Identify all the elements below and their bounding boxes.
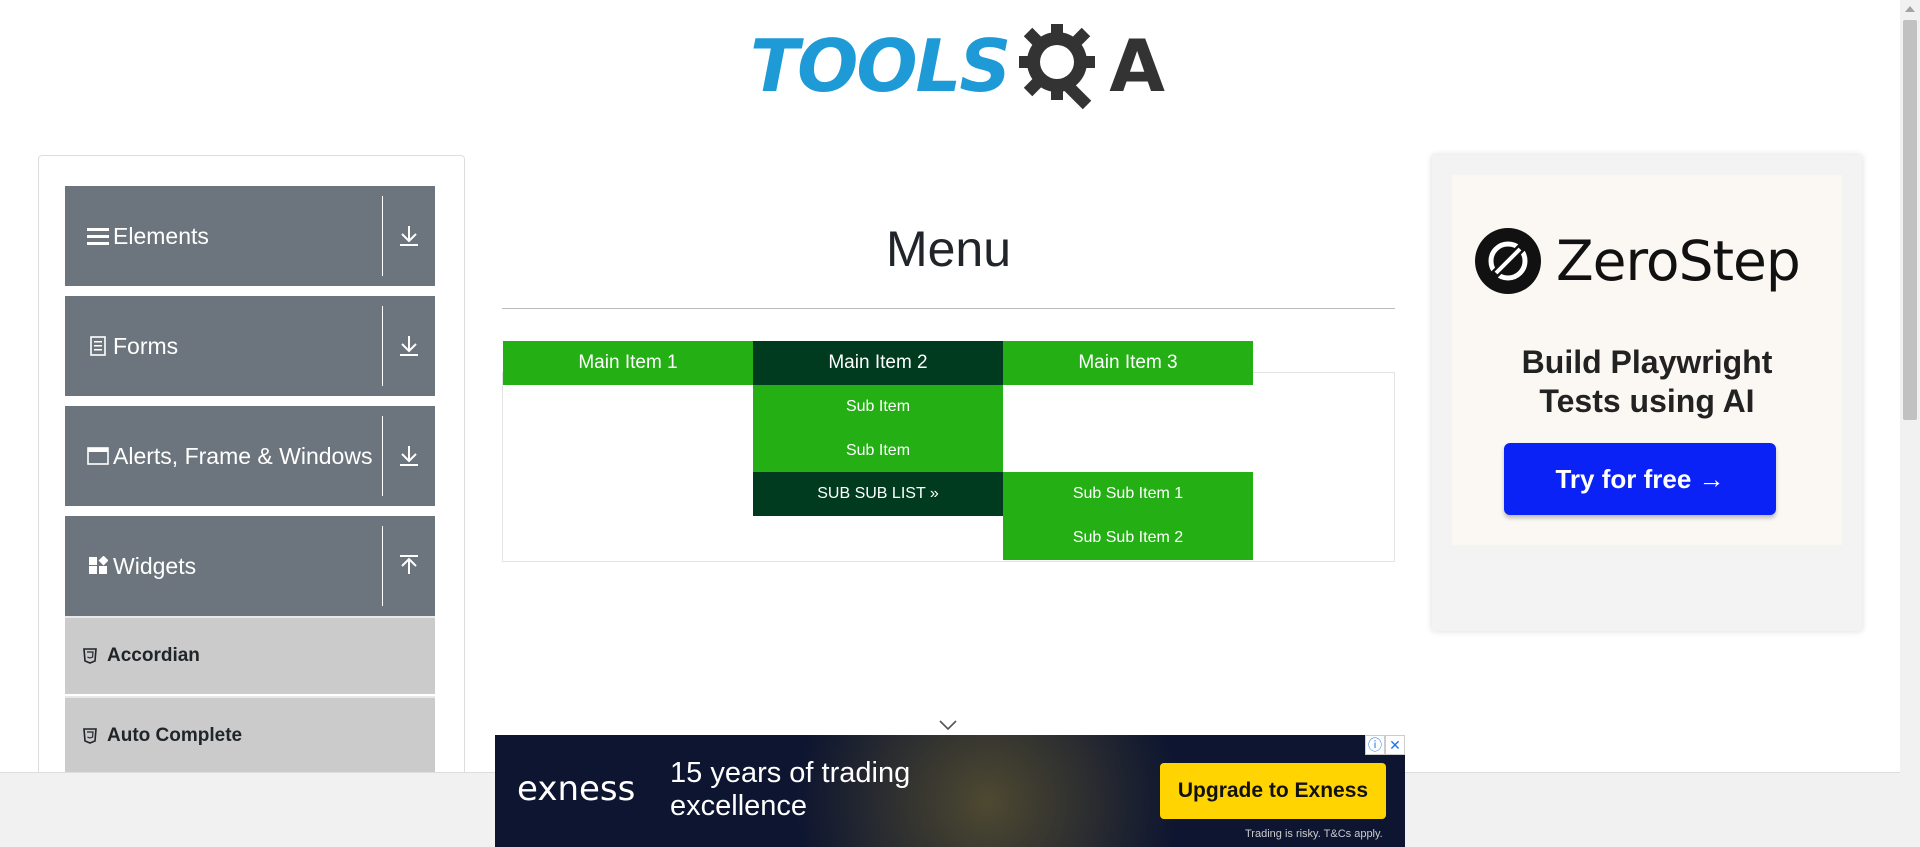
- try-for-free-button[interactable]: Try for free →: [1504, 443, 1776, 515]
- hamburger-icon: [85, 226, 111, 246]
- zerostep-icon: [1475, 228, 1541, 294]
- sidebar-group-alerts[interactable]: Alerts, Frame & Windows: [65, 406, 435, 506]
- logo-text: TOOLS: [750, 24, 1011, 108]
- widgets-icon: [85, 556, 111, 576]
- logo-suffix: A: [1109, 24, 1165, 108]
- upload-arrow-icon[interactable]: [393, 550, 425, 582]
- zerostep-logo: ZeroStep: [1474, 227, 1801, 295]
- sidebar-group-label: Widgets: [113, 552, 197, 579]
- ad-panel: ZeroStep Build Playwright Tests using AI…: [1452, 175, 1842, 545]
- ad-headline: 15 years of trading excellence: [670, 757, 910, 823]
- divider: [382, 196, 383, 276]
- sidebar-group-label: Alerts, Frame & Windows: [113, 442, 373, 469]
- page-title: Menu: [885, 221, 1012, 277]
- ad-disclaimer: Trading is risky. T&Cs apply.: [1245, 828, 1383, 840]
- divider: [502, 308, 1395, 309]
- menu-sub-item[interactable]: Sub Item: [753, 385, 1003, 429]
- ad-info-icon[interactable]: ⓘ: [1365, 735, 1385, 755]
- download-arrow-icon[interactable]: [393, 330, 425, 362]
- gear-icon: A: [1017, 18, 1165, 114]
- sidebar: Elements Forms Alerts, Frame & Windows W…: [38, 155, 465, 847]
- html5-icon: [83, 728, 99, 744]
- html5-icon: [83, 648, 99, 664]
- ad-brand: exness: [517, 769, 636, 809]
- menu-sub-sub-item-2[interactable]: Sub Sub Item 2: [1003, 516, 1253, 560]
- divider: [382, 306, 383, 386]
- menu-main-item-3[interactable]: Main Item 3: [1003, 341, 1253, 385]
- menu-main-item-2[interactable]: Main Item 2: [753, 341, 1003, 385]
- sidebar-group-forms[interactable]: Forms: [65, 296, 435, 396]
- sidebar-item-accordian[interactable]: Accordian: [65, 616, 435, 694]
- download-arrow-icon[interactable]: [393, 440, 425, 472]
- scrollbar-thumb[interactable]: [1903, 20, 1917, 420]
- menu-sub-sub-list[interactable]: SUB SUB LIST »: [753, 472, 1003, 516]
- sidebar-group-label: Forms: [113, 332, 179, 359]
- ad-brand: ZeroStep: [1556, 229, 1801, 293]
- sidebar-item-auto-complete[interactable]: Auto Complete: [65, 696, 435, 774]
- divider: [382, 526, 383, 606]
- menu-main-item-1[interactable]: Main Item 1: [503, 341, 753, 385]
- sidebar-item-label: Auto Complete: [107, 725, 243, 746]
- upgrade-button[interactable]: Upgrade to Exness: [1160, 763, 1386, 819]
- ad-headline-line: 15 years of trading: [670, 757, 911, 789]
- window-icon: [85, 447, 111, 465]
- sidebar-group-widgets[interactable]: Widgets: [65, 516, 435, 616]
- zerostep-ad[interactable]: ZeroStep Build Playwright Tests using AI…: [1432, 155, 1862, 631]
- sidebar-group-elements[interactable]: Elements: [65, 186, 435, 286]
- page: TOOLS A Elements Forms Alerts, Frame & W…: [0, 0, 1920, 847]
- download-arrow-icon[interactable]: [393, 220, 425, 252]
- menu-sub-sub-item-1[interactable]: Sub Sub Item 1: [1003, 472, 1253, 516]
- ad-tagline: Build Playwright Tests using AI: [1452, 343, 1842, 421]
- ad-tagline-line: Build Playwright: [1521, 344, 1773, 380]
- sidebar-group-label: Elements: [113, 222, 209, 249]
- sidebar-item-label: Accordian: [107, 645, 200, 666]
- document-icon: [85, 336, 111, 356]
- scrollbar[interactable]: [1900, 0, 1920, 847]
- ad-headline-line: excellence: [670, 790, 808, 822]
- ad-controls: ⓘ ✕: [1365, 735, 1405, 755]
- exness-ad[interactable]: exness 15 years of trading excellence Up…: [495, 735, 1405, 847]
- ad-tagline-line: Tests using AI: [1539, 383, 1755, 419]
- chevron-down-icon[interactable]: [938, 718, 958, 732]
- toolsqa-logo[interactable]: TOOLS A: [750, 18, 1165, 114]
- divider: [382, 416, 383, 496]
- scroll-up-icon[interactable]: [1905, 6, 1915, 12]
- menu-sub-item[interactable]: Sub Item: [753, 429, 1003, 473]
- close-icon[interactable]: ✕: [1385, 735, 1405, 755]
